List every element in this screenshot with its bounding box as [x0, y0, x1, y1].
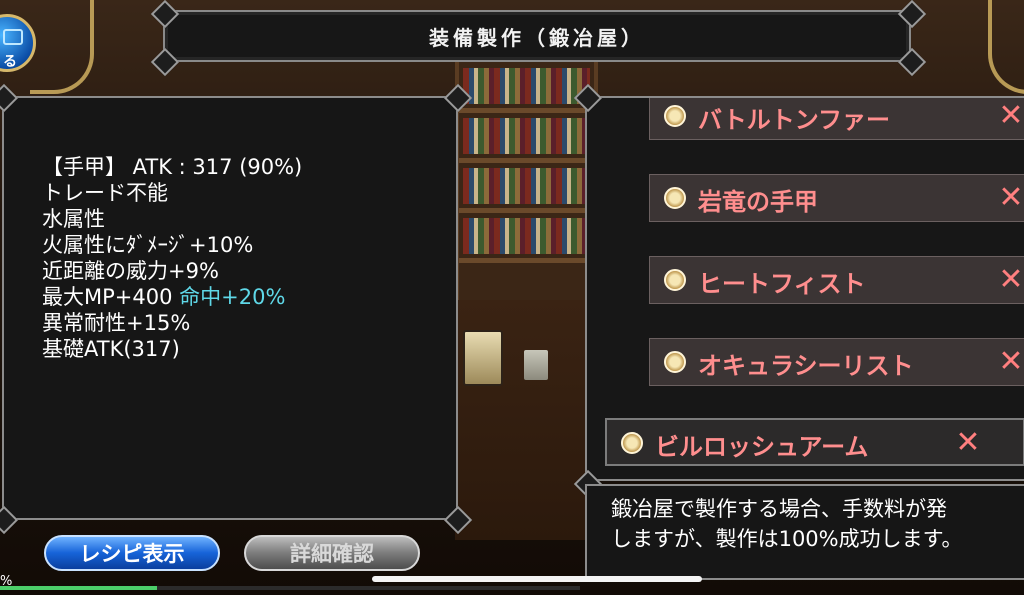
- recipe-item[interactable]: バトルトンファー ✕: [649, 98, 1024, 140]
- title-bar: 装備製作（鍛冶屋）: [163, 10, 911, 62]
- recipe-item[interactable]: オキュラシーリスト ✕: [649, 338, 1024, 386]
- recipe-item[interactable]: 岩竜の手甲 ✕: [649, 174, 1024, 222]
- stat-line: 【手甲】 ATK : 317 (90%): [42, 155, 303, 179]
- badge-label: る: [3, 54, 17, 70]
- window-icon: [3, 29, 23, 45]
- book-row: [463, 218, 590, 254]
- stat-line: トレード不能: [42, 181, 168, 205]
- close-icon[interactable]: ✕: [996, 101, 1024, 131]
- recipe-item-selected[interactable]: ビルロッシュアーム ✕: [605, 418, 1024, 466]
- close-icon[interactable]: ✕: [996, 265, 1024, 295]
- stat-accuracy: 命中+20%: [179, 285, 286, 309]
- shelf-board: [459, 258, 594, 263]
- equipment-stats-panel: 【手甲】 ATK : 317 (90%) トレード不能 水属性 火属性にﾀﾞﾒｰ…: [2, 96, 458, 520]
- detail-check-button[interactable]: 詳細確認: [244, 535, 420, 571]
- page-title: 装備製作（鍛冶屋）: [429, 25, 645, 50]
- recipe-name: オキュラシーリスト: [698, 351, 914, 380]
- recipe-item[interactable]: ヒートフィスト ✕: [649, 256, 1024, 304]
- stat-line: 異常耐性+15%: [42, 311, 191, 335]
- show-recipe-button[interactable]: レシピ表示: [44, 535, 220, 571]
- scroll-icon: [664, 269, 686, 291]
- recipe-list-panel[interactable]: バトルトンファー ✕ 岩竜の手甲 ✕ ヒートフィスト ✕ オキュラシーリスト ✕…: [585, 96, 1024, 481]
- description-text: 鍛冶屋で製作する場合、手数料が発 しますが、製作は100%成功します。: [611, 497, 963, 551]
- stat-line: 最大MP+400 命中+20%: [42, 284, 302, 310]
- stat-line: 火属性にﾀﾞﾒｰｼﾞ+10%: [42, 233, 254, 257]
- book-row: [463, 118, 590, 154]
- cup: [524, 350, 548, 380]
- recipe-name: ヒートフィスト: [698, 269, 866, 298]
- stat-line: 基礎ATK(317): [42, 337, 180, 361]
- close-icon[interactable]: ✕: [996, 347, 1024, 377]
- shelf-board: [459, 158, 594, 163]
- scroll-icon: [664, 351, 686, 373]
- scroll-icon: [664, 105, 686, 127]
- home-indicator[interactable]: [372, 576, 702, 582]
- recipe-name: ビルロッシュアーム: [655, 432, 869, 461]
- book-row: [463, 68, 590, 104]
- percent-label: %: [0, 574, 13, 589]
- scroll-icon: [664, 187, 686, 209]
- shelf-board: [459, 208, 594, 213]
- shelf-board: [459, 108, 594, 113]
- progress-fill: [0, 586, 157, 590]
- stat-line: 水属性: [42, 207, 105, 231]
- stats-list: 【手甲】 ATK : 317 (90%) トレード不能 水属性 火属性にﾀﾞﾒｰ…: [42, 154, 302, 362]
- close-icon[interactable]: ✕: [953, 428, 983, 458]
- recipe-name: 岩竜の手甲: [698, 187, 818, 216]
- scroll-icon: [621, 432, 643, 454]
- close-icon[interactable]: ✕: [996, 183, 1024, 213]
- lamp: [463, 330, 503, 386]
- stat-line: 近距離の威力+9%: [42, 259, 219, 283]
- gold-frame-ornament-left: [30, 0, 94, 94]
- description-panel: 鍛冶屋で製作する場合、手数料が発 しますが、製作は100%成功します。: [585, 484, 1024, 580]
- stat-max-mp: 最大MP+400: [42, 285, 173, 309]
- book-row: [463, 168, 590, 204]
- recipe-name: バトルトンファー: [698, 105, 890, 134]
